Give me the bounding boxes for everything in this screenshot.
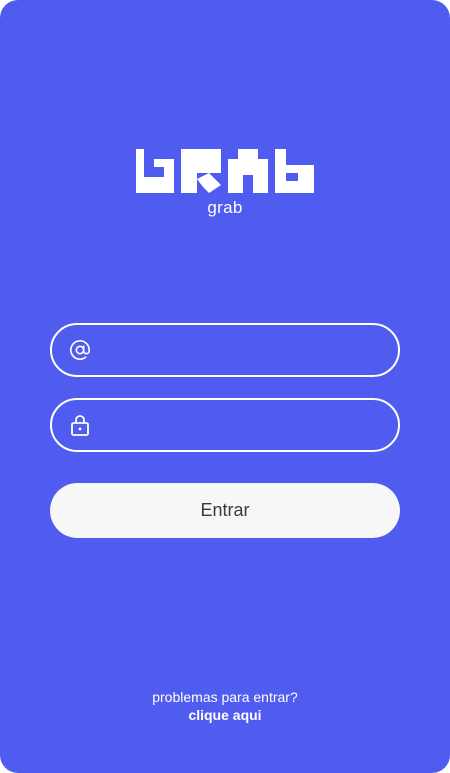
grab-logo [136, 149, 314, 193]
login-button[interactable]: Entrar [50, 483, 400, 538]
brand-name: grab [207, 198, 243, 217]
help-question: problemas para entrar? [152, 689, 298, 705]
lock-icon [68, 413, 92, 437]
help-link[interactable]: clique aqui [0, 706, 450, 724]
login-screen: grab Entrar problemas para entrar? cliqu… [0, 0, 450, 773]
at-icon [68, 338, 92, 362]
help-section: problemas para entrar? clique aqui [0, 688, 450, 724]
password-field[interactable] [50, 398, 400, 452]
email-field[interactable] [50, 323, 400, 377]
email-input[interactable] [92, 325, 398, 375]
password-input[interactable] [92, 400, 398, 450]
